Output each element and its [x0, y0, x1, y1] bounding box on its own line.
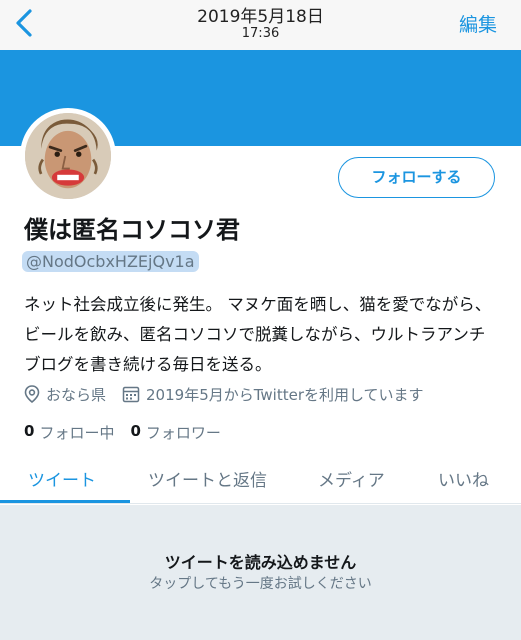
profile-joined: 2019年5月からTwitterを利用しています [122, 384, 424, 405]
following-count: 0 [24, 422, 35, 440]
follow-button[interactable]: フォローする [338, 157, 495, 198]
tweet-feed[interactable]: ツイートを読み込めません タップしてもう一度お試しください [0, 505, 521, 640]
nav-time: 17:36 [241, 26, 280, 41]
tab-tweets[interactable]: ツイート [28, 466, 96, 491]
navigation-bar: 2019年5月18日 17:36 編集 [0, 0, 521, 50]
profile-meta: おなら県 2019年5月からTwitterを利用しています [24, 384, 424, 404]
followers-label: フォロワー [145, 424, 221, 442]
following-label: フォロー中 [39, 424, 115, 442]
profile-tabs: ツイート ツイートと返信 メディア いいね [0, 452, 521, 504]
profile-location: おなら県 [24, 384, 106, 405]
profile-bio: ネット社会成立後に発生。 マヌケ面を晒し、猫を愛でながら、ビールを飲み、匿名コソ… [24, 295, 492, 374]
followers-stat[interactable]: 0 フォロワー [130, 422, 220, 443]
profile-joined-text: 2019年5月からTwitterを利用しています [146, 385, 424, 404]
edit-button[interactable]: 編集 [459, 10, 497, 37]
feed-error-title: ツイートを読み込めません [164, 553, 357, 572]
profile-display-name: 僕は匿名コソコソ君 [24, 216, 240, 244]
profile-handle: @NodOcbxHZEjQv1a [22, 251, 199, 272]
tab-tweets-and-replies[interactable]: ツイートと返信 [148, 466, 267, 491]
followers-count: 0 [130, 422, 141, 440]
feed-retry-hint[interactable]: タップしてもう一度お試しください [0, 573, 521, 593]
active-tab-indicator [0, 500, 130, 503]
profile-location-text: おなら県 [46, 385, 107, 404]
avatar[interactable] [20, 108, 116, 204]
nav-title: 2019年5月18日 [197, 7, 324, 27]
profile-stats: 0 フォロー中 0 フォロワー [24, 422, 237, 443]
avatar-face-icon [25, 113, 111, 199]
tab-media[interactable]: メディア [318, 466, 385, 491]
calendar-icon [122, 386, 140, 403]
tab-likes[interactable]: いいね [438, 466, 489, 491]
following-stat[interactable]: 0 フォロー中 [24, 422, 114, 443]
location-pin-icon [24, 385, 40, 403]
